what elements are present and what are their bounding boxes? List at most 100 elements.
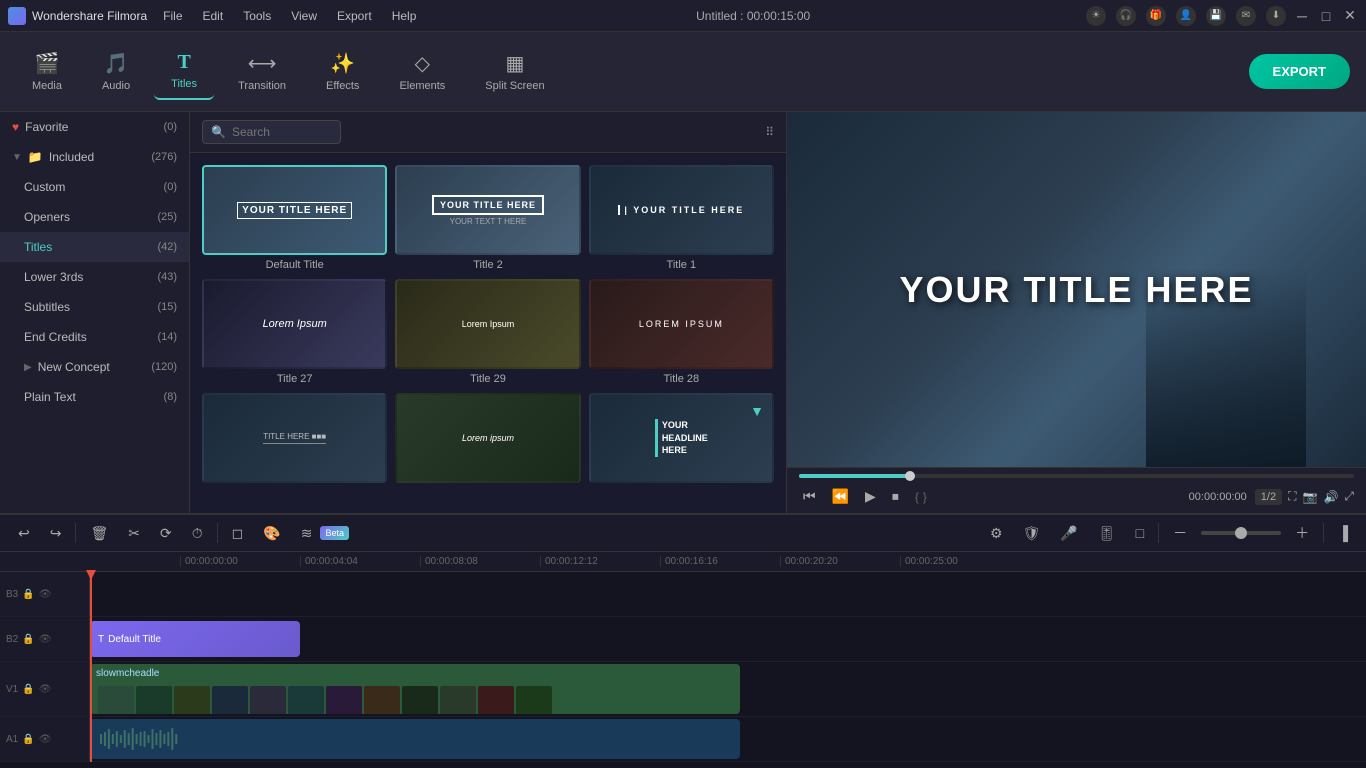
timeline-content: 00:00:00:00 00:00:04:04 00:00:08:08 00:0… <box>0 552 1366 768</box>
zoom-out-button[interactable]: － <box>1167 521 1193 545</box>
toolbar-media[interactable]: 🎬 Media <box>16 43 78 100</box>
download-icon[interactable]: ⬇ <box>1266 6 1286 26</box>
panel-openers[interactable]: Openers (25) <box>0 202 189 232</box>
audio-clip[interactable] <box>90 719 740 759</box>
audio-waveform-button[interactable]: ≋ <box>295 523 319 544</box>
color-grade-button[interactable]: □ <box>1130 523 1150 543</box>
toolbar-titles[interactable]: T Titles <box>154 43 214 100</box>
toolbar-transition[interactable]: ⟷ Transition <box>222 43 302 100</box>
volume-button[interactable]: 🔊 <box>1323 490 1338 504</box>
panel-end-credits[interactable]: End Credits (14) <box>0 322 189 352</box>
logo-icon <box>8 7 26 25</box>
track-num-b3: B3 <box>6 589 18 600</box>
thumbnail-title27[interactable]: Lorem Ipsum Title 27 <box>202 279 387 385</box>
panel-custom[interactable]: Custom (0) <box>0 172 189 202</box>
thumbnail-title2[interactable]: YOUR TITLE HERE YOUR TEXT T HERE Title 2 <box>395 165 580 271</box>
redo-button[interactable]: ↪ <box>44 523 68 544</box>
settings-button[interactable]: ⚙ <box>984 523 1009 544</box>
thumb-text-titleb: Lorem ipsum <box>462 433 514 443</box>
zoom-in-button[interactable]: ＋ <box>1289 521 1315 545</box>
panel-toggle-button[interactable]: ▐ <box>1332 523 1354 543</box>
thumbnail-title29[interactable]: Lorem Ipsum Title 29 <box>395 279 580 385</box>
delete-button[interactable]: 🗑 <box>84 523 114 544</box>
shield-button[interactable]: 🛡 <box>1017 523 1047 544</box>
color-button[interactable]: 🎨 <box>257 523 286 544</box>
zoom-slider[interactable] <box>1201 531 1281 535</box>
toolbar-effects[interactable]: ✨ Effects <box>310 43 375 100</box>
toolbar-audio[interactable]: 🎵 Audio <box>86 43 146 100</box>
track-lock-b3[interactable]: 🔒 <box>22 589 34 600</box>
user-icon[interactable]: 👤 <box>1176 6 1196 26</box>
track-lock-b2[interactable]: 🔒 <box>22 634 34 645</box>
track-vis-a1[interactable]: 👁 <box>39 734 52 745</box>
toolbar-elements[interactable]: ◇ Elements <box>383 43 461 100</box>
audio-mix-button[interactable]: 🎚 <box>1092 523 1122 544</box>
mail-icon[interactable]: ✉ <box>1236 6 1256 26</box>
video-clip[interactable]: slowmcheadle <box>90 664 740 714</box>
title-clip[interactable]: T Default Title <box>90 621 300 657</box>
menu-help[interactable]: Help <box>388 7 421 25</box>
track-vis-b3[interactable]: 👁 <box>39 589 52 600</box>
thumbnail-title28[interactable]: LOREM IPSUM Title 28 <box>589 279 774 385</box>
panel-titles[interactable]: Titles (42) <box>0 232 189 262</box>
panel-subtitles[interactable]: Subtitles (15) <box>0 292 189 322</box>
track-lock-a1[interactable]: 🔒 <box>22 734 34 745</box>
maximize-button[interactable]: □ <box>1318 8 1334 24</box>
menu-view[interactable]: View <box>287 7 321 25</box>
crop-button[interactable]: ◻ <box>226 523 250 544</box>
track-vis-v1[interactable]: 👁 <box>39 684 52 695</box>
thumbnail-default-title[interactable]: YOUR TITLE HERE Default Title <box>202 165 387 271</box>
track-vis-b2[interactable]: 👁 <box>39 634 52 645</box>
toolbar-split-screen[interactable]: ▦ Split Screen <box>469 43 560 100</box>
stop-button[interactable]: ⏹ <box>888 486 903 507</box>
undo-button[interactable]: ↩ <box>12 523 36 544</box>
menu-file[interactable]: File <box>159 7 186 25</box>
panel-included[interactable]: ▼ 📁 Included (276) <box>0 142 189 172</box>
bracket-controls: { } <box>915 490 927 504</box>
grid-icon[interactable]: ⠿ <box>765 125 774 139</box>
thumb-img-title28: LOREM IPSUM <box>589 279 774 369</box>
mic-button[interactable]: 🎤 <box>1054 523 1083 544</box>
thumbnail-title-a[interactable]: TITLE HERE ■■■ <box>202 393 387 487</box>
panel-plain-text[interactable]: Plain Text (8) <box>0 382 189 412</box>
screenshot-button[interactable]: 📷 <box>1302 490 1317 504</box>
timeline-ruler: 00:00:00:00 00:00:04:04 00:00:08:08 00:0… <box>0 552 1366 572</box>
cut-button[interactable]: ✂ <box>122 523 146 544</box>
minimize-button[interactable]: ─ <box>1294 8 1310 24</box>
thumbnail-title-b[interactable]: Lorem ipsum <box>395 393 580 487</box>
expand-new-concept-icon: ▶ <box>24 362 32 373</box>
thumbnail-title-c[interactable]: ▼ YOURHEADLINEHERE <box>589 393 774 487</box>
thumb-label-title2: Title 2 <box>395 259 580 271</box>
search-box[interactable]: 🔍 <box>202 120 341 144</box>
gift-icon[interactable]: 🎁 <box>1146 6 1166 26</box>
headphone-icon[interactable]: 🎧 <box>1116 6 1136 26</box>
panel-favorite[interactable]: ♥ Favorite (0) <box>0 112 189 142</box>
menu-export[interactable]: Export <box>333 7 376 25</box>
rewind-button[interactable]: ⏮ <box>799 486 820 507</box>
track-num-b2: B2 <box>6 634 18 645</box>
copy-button[interactable]: ⟳ <box>154 523 178 544</box>
speed-button[interactable]: ⏱ <box>186 523 209 544</box>
search-input[interactable] <box>232 125 332 139</box>
thumb-label-title1: Title 1 <box>589 259 774 271</box>
ruler-mark-2: 00:00:08:08 <box>420 556 540 567</box>
audio-icon: 🎵 <box>104 51 129 76</box>
thumbnail-title1[interactable]: | YOUR TITLE HERE Title 1 <box>589 165 774 271</box>
export-button[interactable]: EXPORT <box>1249 54 1350 89</box>
expand-button[interactable]: ⤢ <box>1344 489 1354 504</box>
menu-edit[interactable]: Edit <box>199 7 228 25</box>
panel-new-concept[interactable]: ▶ New Concept (120) <box>0 352 189 382</box>
save-icon[interactable]: 💾 <box>1206 6 1226 26</box>
menu-tools[interactable]: Tools <box>239 7 275 25</box>
fullscreen-button[interactable]: ⛶ <box>1288 489 1296 504</box>
thumb-subtext-title2: YOUR TEXT T HERE <box>450 217 527 226</box>
progress-bar[interactable] <box>799 474 1354 478</box>
track-lock-v1[interactable]: 🔒 <box>22 684 34 695</box>
close-button[interactable]: ✕ <box>1342 8 1358 24</box>
titles-panel-count: (42) <box>157 241 177 253</box>
step-back-button[interactable]: ⏪ <box>828 486 853 507</box>
play-button[interactable]: ▶ <box>861 486 880 507</box>
ruler-mark-1: 00:00:04:04 <box>300 556 420 567</box>
sun-icon[interactable]: ☀ <box>1086 6 1106 26</box>
panel-lower3rds[interactable]: Lower 3rds (43) <box>0 262 189 292</box>
